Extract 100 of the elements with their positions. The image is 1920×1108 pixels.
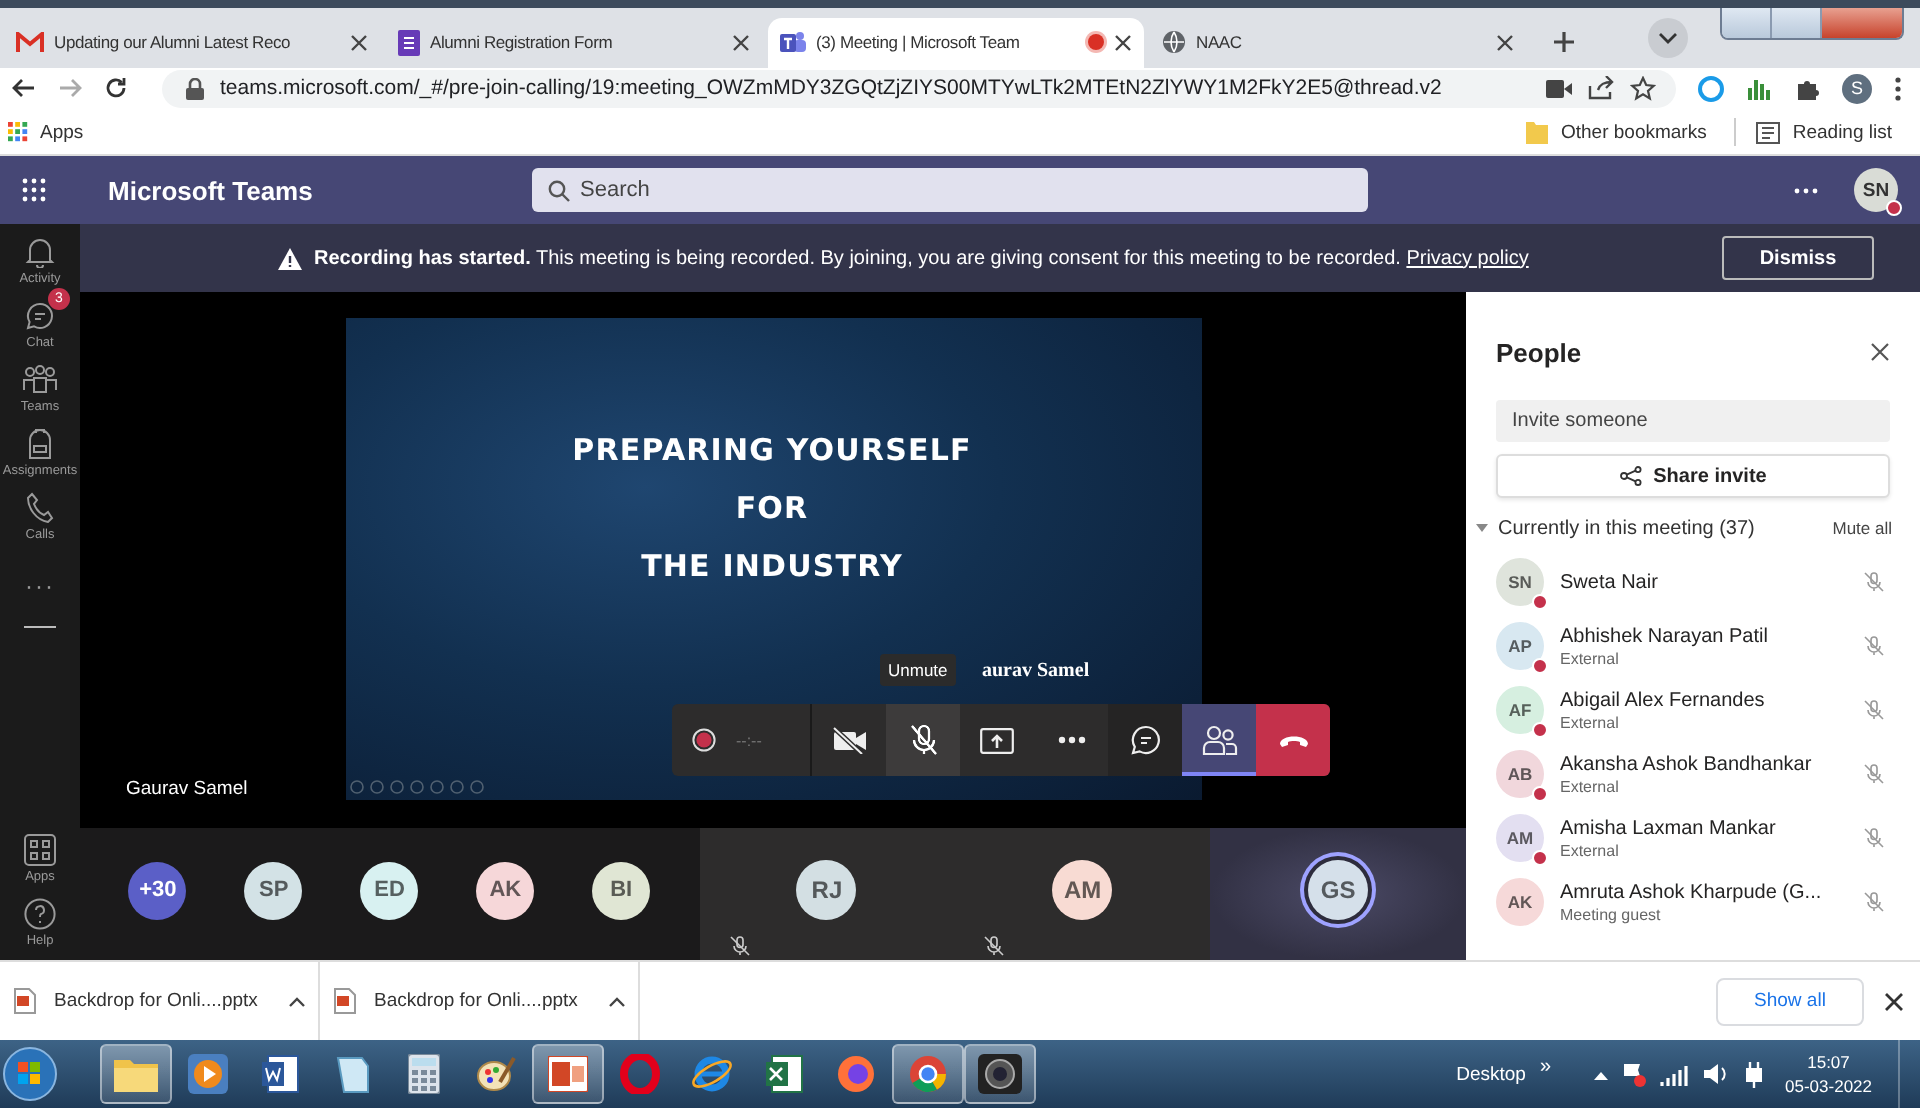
share-invite-button[interactable]: Share invite [1496,454,1890,498]
browser-tab[interactable]: Updating our Alumni Latest Reco [4,17,380,68]
slide-title: THE INDUSTRY [641,548,903,586]
group-icon [22,364,58,396]
back-icon[interactable] [12,76,36,101]
reading-list[interactable]: Reading list [1792,121,1892,144]
show-all-button[interactable]: Show all [1716,977,1864,1025]
browser-tab[interactable]: (3) Meeting | Microsoft Team [768,17,1144,68]
participant-row[interactable]: AK Amruta Ashok Kharpude (G... Meeting guest [1496,870,1892,934]
hang-up-button[interactable] [1256,704,1330,776]
call-timer: --:-- [736,731,762,749]
video-camera-icon[interactable] [1546,79,1572,98]
calculator-icon [408,1054,440,1094]
participant-row[interactable]: AP Abhishek Narayan Patil External [1496,614,1892,678]
taskbar-button[interactable] [964,1044,1036,1104]
signal-icon[interactable] [1659,1063,1688,1085]
taskbar-button[interactable] [100,1044,172,1104]
participant-row[interactable]: AM Amisha Laxman Mankar External [1496,806,1892,870]
show-hidden-icons-icon[interactable] [1593,1069,1608,1079]
apps-bookmark[interactable]: Apps [40,121,84,144]
participant-name: Amruta Ashok Kharpude (G... [1560,881,1822,903]
participant-name: Abhishek Narayan Patil [1560,625,1768,647]
close-icon[interactable] [1884,991,1904,1011]
phone-hang-up-icon [1277,733,1309,747]
start-button[interactable] [2,1046,58,1102]
privacy-policy-link[interactable]: Privacy policy [1406,247,1529,269]
participant-avatar: AF [1496,686,1544,734]
participant-avatar: RJ [796,860,857,920]
profile-avatar[interactable]: S [1842,73,1872,104]
clock-date[interactable]: 05-03-2022 [1785,1076,1872,1096]
backpack-icon [26,428,54,460]
presentation-icon [548,1056,588,1092]
menu-icon[interactable] [1894,75,1902,102]
power-plug-icon[interactable] [1743,1061,1764,1087]
toolbar-overflow[interactable]: » [1539,1055,1552,1077]
extension-icon[interactable] [1698,75,1724,102]
more-options-icon[interactable] [1794,187,1818,193]
chat-button[interactable] [1108,704,1182,776]
participant-role: External [1560,841,1621,859]
close-icon[interactable] [732,33,750,52]
participant-avatar: AP [1496,622,1544,670]
tab-title: Updating our Alumni Latest Reco [54,32,293,53]
window-controls-drawing[interactable] [1720,8,1904,40]
close-icon[interactable] [1870,342,1890,362]
share-screen-icon [980,727,1014,753]
participant-role: External [1560,777,1621,795]
taskbar-button[interactable] [892,1044,964,1104]
flame-globe-icon [836,1054,876,1094]
star-icon[interactable] [1630,75,1656,102]
invite-field[interactable]: Invite someone [1496,400,1890,442]
panel-title: People [1496,337,1582,367]
apps-grid-icon[interactable] [8,122,28,143]
flag-icon[interactable] [1621,1061,1646,1087]
tab-search-icon[interactable] [1648,17,1688,58]
more-participants-count[interactable]: +30 [128,861,187,919]
folder-icon [1526,120,1549,145]
browser-tab[interactable]: Alumni Registration Form [386,17,762,68]
reload-icon[interactable] [104,76,128,101]
desktop-toolbar-label[interactable]: Desktop [1456,1063,1526,1085]
user-avatar[interactable]: SN [1854,168,1898,212]
close-icon[interactable] [1496,33,1514,52]
document-icon [260,1054,300,1094]
mic-off-button[interactable] [886,704,960,776]
participant-row[interactable]: AF Abigail Alex Fernandes External [1496,678,1892,742]
speaker-icon[interactable] [1701,1062,1730,1086]
tab-title: Alumni Registration Form [430,32,615,53]
phone-icon [26,492,54,524]
address-bar[interactable]: teams.microsoft.com/_#/pre-join-calling/19:meeting_OWZmMDY3ZGQtZjZIYS00MTYwLTk2MTEtN2ZlYWY1M2FkY2E5@thread.v2 [162,69,1676,108]
participant-avatar: SN [1496,558,1544,606]
dismiss-button[interactable]: Dismiss [1722,236,1874,280]
help-icon [24,898,56,930]
form-icon [398,29,420,56]
bar-chart-icon[interactable] [1746,75,1772,102]
caret-icon[interactable] [1476,524,1488,532]
browser-tab[interactable]: NAAC [1150,17,1526,68]
close-icon[interactable] [350,33,368,52]
chevron-up-icon[interactable] [287,995,306,1007]
close-icon[interactable] [1114,33,1132,52]
search-field[interactable]: Search [532,168,1368,212]
share-icon[interactable] [1588,76,1614,101]
more-apps[interactable]: ··· [25,572,55,600]
app-launcher-icon[interactable] [22,178,46,202]
clock-time[interactable]: 15:07 [1807,1052,1850,1072]
orbit-icon [690,1054,734,1094]
other-bookmarks[interactable]: Other bookmarks [1560,121,1707,144]
taskbar-button[interactable] [532,1044,604,1104]
participant-row[interactable]: AB Akansha Ashok Bandhankar External [1496,742,1892,806]
file-icon [334,988,356,1014]
tooltip: Unmute [880,654,956,686]
recording-notice: Recording has started. This meeting is being recorded. By joining, you are giving consent for this meeting to be recorded. Privacy policy [314,247,1529,269]
palette-icon [476,1054,516,1094]
camera-lens-icon [978,1054,1022,1094]
mute-all-link[interactable]: Mute all [1832,518,1892,538]
chevron-up-icon[interactable] [607,995,626,1007]
puzzle-icon[interactable] [1794,75,1820,102]
people-button[interactable] [1182,704,1256,776]
participant-row[interactable]: SN Sweta Nair [1496,550,1892,614]
record-icon [692,728,716,752]
section-header[interactable]: Currently in this meeting (37) [1498,517,1755,539]
people-icon [1201,724,1237,756]
